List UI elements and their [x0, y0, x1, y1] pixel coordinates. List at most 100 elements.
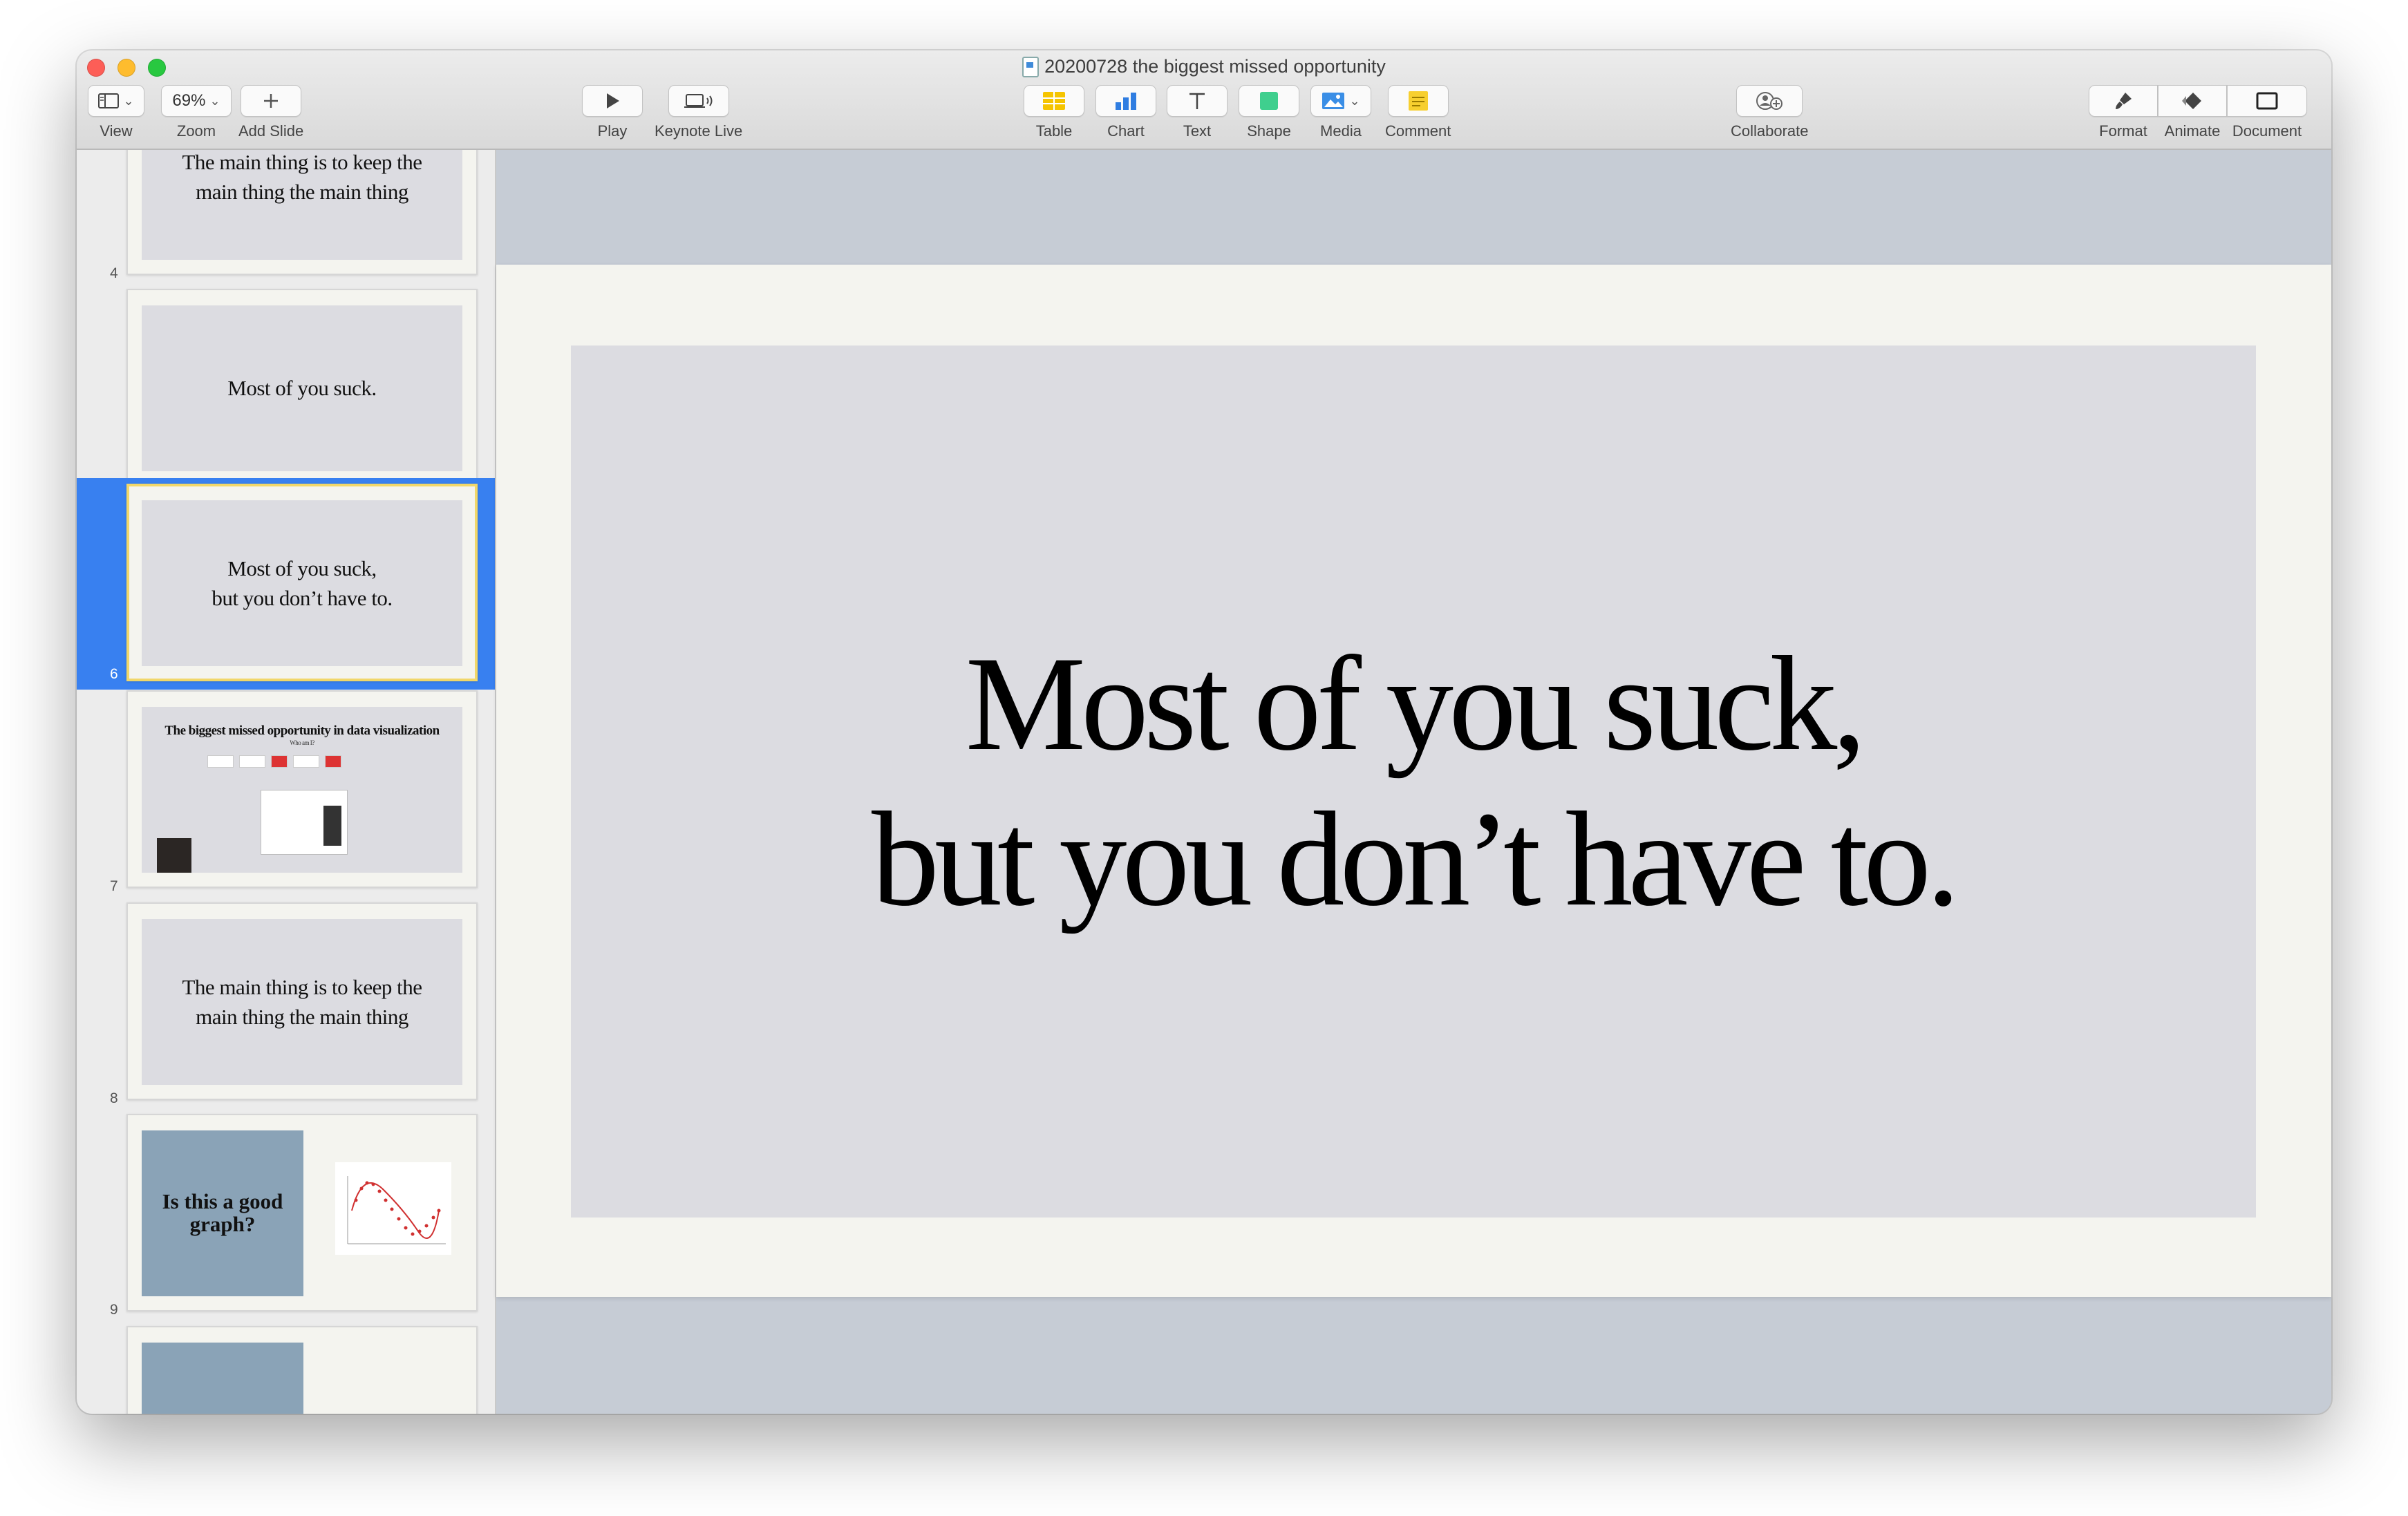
text-icon — [1189, 93, 1205, 109]
media-icon — [1322, 93, 1345, 109]
slide-thumbnail-frame: The biggest missed opportunity in data v… — [126, 690, 478, 888]
logo-image — [207, 755, 234, 768]
keynote-live-tool: Keynote Live — [655, 85, 742, 140]
text-button[interactable] — [1167, 85, 1227, 117]
collaborate-icon — [1756, 92, 1783, 110]
document-tool: Document — [2227, 85, 2307, 140]
keynote-live-button[interactable] — [668, 85, 729, 117]
document-button[interactable] — [2227, 85, 2307, 117]
slide-thumbnail-frame: The main thing is to keep the main thing… — [126, 902, 478, 1100]
window-title-text: 20200728 the biggest missed opportunity — [1044, 56, 1386, 77]
animate-button[interactable] — [2158, 85, 2227, 117]
slide-thumbnail-frame: Most of you suck. — [126, 289, 478, 486]
zoom-tool: 69% ⌄ Zoom — [161, 85, 232, 140]
zoom-value: 69% — [172, 91, 206, 110]
text-tool: Text — [1167, 85, 1227, 140]
shape-label: Shape — [1247, 122, 1291, 140]
graph-thumbnail-image — [335, 1162, 451, 1255]
collaborate-button[interactable] — [1736, 85, 1803, 117]
slide-text-line: The main thing is to keep the — [182, 974, 422, 999]
slide-thumbnail-5[interactable]: Most of you suck. 5 — [77, 289, 495, 500]
logo-image — [293, 755, 319, 768]
collaborate-tool: Collaborate — [1731, 85, 1809, 140]
view-label: View — [100, 122, 133, 140]
slide-text-line: main thing the main thing — [196, 1005, 408, 1029]
keynote-document-icon — [1022, 56, 1040, 77]
view-tool: ⌄ View — [88, 85, 144, 140]
slide-thumbnail-content: The main thing is to keep the main thing… — [142, 150, 462, 260]
chart-button[interactable] — [1095, 85, 1156, 117]
logo-strip — [207, 755, 341, 768]
slide-number: 6 — [110, 666, 118, 682]
paintbrush-icon — [2116, 93, 2132, 109]
slide-text-line: but you don’t have to. — [211, 586, 393, 610]
format-button[interactable] — [2089, 85, 2158, 117]
animate-label: Animate — [2164, 122, 2221, 140]
logo-image — [271, 755, 288, 768]
slide-text-line: Most of you suck, — [227, 556, 377, 580]
slide-canvas[interactable]: Most of you suck, but you don’t have to. — [496, 150, 2331, 1414]
slide-thumbnail-10[interactable] — [77, 1326, 495, 1414]
slide-number: 8 — [110, 1090, 118, 1106]
toolbar: 20200728 the biggest missed opportunity … — [77, 50, 2331, 150]
slide-thumbnail-7[interactable]: The biggest missed opportunity in data v… — [77, 690, 495, 902]
slide-text-line: graph? — [189, 1212, 256, 1236]
chevron-down-icon: ⌄ — [209, 93, 220, 108]
slide-mini-subtitle: Who am I? — [290, 739, 314, 746]
text-label: Text — [1183, 122, 1212, 140]
logo-image — [325, 755, 341, 768]
keynote-window: 20200728 the biggest missed opportunity … — [77, 50, 2331, 1414]
format-tool: Format — [2089, 85, 2158, 140]
slide-thumbnail-frame: The main thing is to keep the main thing… — [126, 150, 478, 275]
animate-tool: Animate — [2158, 85, 2227, 140]
slide-text-box[interactable]: Most of you suck, but you don’t have to. — [571, 345, 2256, 1217]
sidebar-icon — [98, 93, 120, 108]
comment-button[interactable] — [1387, 85, 1449, 117]
slide-thumbnail-content: Most of you suck, but you don’t have to. — [142, 500, 462, 666]
chart-label: Chart — [1107, 122, 1145, 140]
slide-headline-line: Most of you suck, — [965, 628, 1867, 779]
keynote-live-label: Keynote Live — [655, 122, 743, 140]
view-button[interactable]: ⌄ — [88, 85, 144, 117]
format-label: Format — [2099, 122, 2147, 140]
slide-thumbnail-content: Is this a good graph? — [142, 1130, 303, 1296]
current-slide[interactable]: Most of you suck, but you don’t have to. — [496, 265, 2331, 1297]
slide-thumbnail-9[interactable]: Is this a good graph? 9 — [77, 1114, 495, 1325]
slide-thumbnail-content: The main thing is to keep the main thing… — [142, 919, 462, 1085]
slide-text-line: Most of you suck. — [227, 376, 377, 401]
zoom-label: Zoom — [176, 122, 216, 140]
shape-icon — [1260, 92, 1278, 110]
table-button[interactable] — [1024, 85, 1084, 117]
play-button[interactable] — [582, 85, 643, 117]
keynote-live-icon — [684, 94, 713, 108]
slide-number: 7 — [110, 878, 118, 894]
shape-button[interactable] — [1239, 85, 1299, 117]
chevron-down-icon: ⌄ — [123, 93, 134, 108]
play-icon — [607, 93, 619, 108]
logo-image — [239, 755, 265, 768]
chart-icon — [1116, 93, 1136, 110]
slide-thumbnail-frame: Is this a good graph? — [126, 1114, 478, 1311]
slide-thumbnail-content: Most of you suck. — [142, 305, 462, 471]
chevron-down-icon: ⌄ — [1349, 93, 1360, 108]
document-screenshot-image — [261, 790, 348, 855]
media-button[interactable]: ⌄ — [1310, 85, 1371, 117]
add-slide-button[interactable] — [241, 85, 302, 117]
plus-icon — [264, 94, 279, 108]
media-tool: ⌄ Media — [1310, 85, 1371, 140]
slide-text-line: main thing the main thing — [196, 180, 408, 204]
comment-tool: Comment — [1385, 85, 1451, 140]
slide-thumbnail-frame — [126, 1326, 478, 1414]
slide-mini-title: The biggest missed opportunity in data v… — [164, 723, 440, 738]
comment-icon — [1408, 91, 1428, 111]
slide-thumbnail-4[interactable]: The main thing is to keep the main thing… — [77, 150, 495, 289]
play-tool: Play — [582, 85, 643, 140]
play-label: Play — [597, 122, 628, 140]
slide-headline-line: but you don’t have to. — [871, 784, 1960, 934]
media-label: Media — [1320, 122, 1362, 140]
zoom-button[interactable]: 69% ⌄ — [161, 85, 232, 117]
slide-navigator[interactable]: The main thing is to keep the main thing… — [77, 150, 496, 1414]
slide-thumbnail-8[interactable]: The main thing is to keep the main thing… — [77, 902, 495, 1114]
animate-icon — [2182, 93, 2201, 109]
slide-thumbnail-6[interactable]: Most of you suck, but you don’t have to.… — [77, 478, 495, 690]
